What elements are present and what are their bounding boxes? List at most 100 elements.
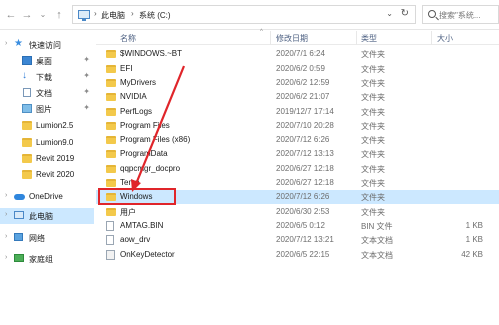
computer-icon [78, 10, 90, 21]
file-size: 1 KB [465, 235, 483, 245]
back-arrow-icon[interactable]: ← [4, 8, 18, 22]
forward-arrow-icon[interactable]: → [20, 8, 34, 22]
recent-locations-chevron-icon[interactable]: ⌄ [36, 8, 50, 22]
sidebar-item-revit2019[interactable]: Revit 2019 [0, 151, 94, 167]
folder-icon [106, 136, 116, 145]
table-row[interactable]: EFI 2020/6/2 0:59 文件夹 [96, 62, 499, 76]
table-row[interactable]: MyDrivers 2020/6/2 12:59 文件夹 [96, 76, 499, 90]
sidebar-item-documents[interactable]: 文档 ✦ [0, 85, 94, 101]
address-box[interactable]: › 此电脑 › 系统 (C:) ⌄ ↻ [72, 5, 416, 24]
sidebar-item-network[interactable]: › 网络 [0, 230, 94, 246]
sidebar-item-label: 下载 [36, 73, 52, 82]
column-header-size[interactable]: 大小 [437, 33, 453, 44]
folder-icon [106, 121, 116, 130]
table-row[interactable]: ProgramData 2020/7/12 13:13 文件夹 [96, 147, 499, 161]
table-row[interactable]: Program Files (x86) 2020/7/12 6:26 文件夹 [96, 133, 499, 147]
table-row[interactable]: AMTAG.BIN 2020/6/5 0:12 BIN 文件 1 KB [96, 219, 499, 233]
cloud-icon [14, 194, 25, 200]
file-type: 文件夹 [361, 64, 385, 74]
sidebar-item-this-pc[interactable]: › 此电脑 [0, 208, 94, 224]
application-icon [106, 249, 115, 260]
expand-chevron-icon[interactable]: › [5, 211, 7, 218]
sidebar-item-label: 家庭组 [29, 255, 53, 264]
file-date: 2020/7/1 6:24 [276, 49, 325, 59]
download-icon: ↓ [22, 70, 27, 81]
breadcrumb-separator: › [94, 9, 97, 18]
sidebar-item-pictures[interactable]: 图片 ✦ [0, 101, 94, 117]
file-type: 文件夹 [361, 207, 385, 217]
column-divider[interactable] [431, 31, 432, 45]
file-date: 2020/6/30 2:53 [276, 206, 330, 216]
breadcrumb-this-pc[interactable]: 此电脑 [101, 10, 125, 21]
expand-chevron-icon[interactable]: › [5, 40, 7, 47]
folder-icon [22, 138, 32, 147]
sidebar-item-lumion90[interactable]: Lumion9.0 [0, 135, 94, 151]
picture-icon [22, 104, 32, 113]
table-row[interactable]: $WINDOWS.~BT 2020/7/1 6:24 文件夹 [96, 47, 499, 61]
file-date: 2020/7/10 20:28 [276, 120, 334, 130]
file-type: 文本文档 [361, 250, 393, 260]
file-date: 2020/7/12 13:13 [276, 149, 334, 159]
table-row[interactable]: qqpcmgr_docpro 2020/6/27 12:18 文件夹 [96, 162, 499, 176]
column-header-type[interactable]: 类型 [361, 33, 377, 44]
table-row[interactable]: aow_drv 2020/7/12 13:21 文本文档 1 KB [96, 233, 499, 247]
table-row[interactable]: PerfLogs 2019/12/7 17:14 文件夹 [96, 105, 499, 119]
folder-icon [106, 150, 116, 159]
table-row[interactable]: Program Files 2020/7/10 20:28 文件夹 [96, 119, 499, 133]
address-dropdown-chevron-icon[interactable]: ⌄ [386, 9, 393, 18]
folder-icon [106, 207, 116, 216]
sidebar-item-label: Revit 2019 [36, 154, 75, 163]
sidebar-item-onedrive[interactable]: › OneDrive [0, 189, 94, 205]
column-divider[interactable] [270, 31, 271, 45]
folder-icon [106, 179, 116, 187]
column-divider[interactable] [356, 31, 357, 45]
folder-icon [106, 50, 116, 59]
sidebar-item-desktop[interactable]: 桌面 ✦ [0, 53, 94, 69]
file-date: 2020/6/2 0:59 [276, 63, 325, 73]
file-date: 2020/7/12 13:21 [276, 235, 334, 245]
sidebar-item-lumion25[interactable]: Lumion2.5 [0, 118, 94, 134]
expand-chevron-icon[interactable]: › [5, 233, 7, 240]
computer-icon [14, 211, 24, 219]
column-header-date[interactable]: 修改日期 [276, 33, 308, 44]
file-date: 2020/6/27 12:18 [276, 163, 334, 173]
folder-icon [106, 78, 116, 87]
table-row[interactable]: OnKeyDetector 2020/6/5 22:15 文本文档 42 KB [96, 248, 499, 262]
table-row[interactable]: 用户 2020/6/30 2:53 文件夹 [96, 205, 499, 219]
column-header-name[interactable]: 名称 [120, 33, 136, 44]
folder-icon [106, 164, 116, 173]
table-row[interactable]: NVIDIA 2020/6/2 21:07 文件夹 [96, 90, 499, 104]
sidebar-item-label: 快速访问 [29, 41, 61, 50]
folder-icon [22, 170, 32, 179]
sidebar-item-downloads[interactable]: ↓ 下载 ✦ [0, 69, 94, 85]
expand-chevron-icon[interactable]: › [5, 192, 7, 199]
file-name: NVIDIA [120, 92, 147, 102]
file-name: PerfLogs [120, 106, 153, 116]
search-input[interactable] [439, 9, 499, 21]
sidebar-item-revit2020[interactable]: Revit 2020 [0, 167, 94, 183]
breadcrumb-system-c[interactable]: 系统 (C:) [139, 10, 171, 21]
search-box[interactable] [422, 5, 499, 24]
network-icon [14, 233, 23, 241]
file-type: 文本文档 [361, 236, 393, 246]
file-name: Program Files (x86) [120, 135, 191, 145]
expand-chevron-icon[interactable]: › [5, 254, 7, 261]
desktop-icon [22, 56, 32, 65]
file-type: BIN 文件 [361, 221, 393, 231]
up-arrow-icon[interactable]: ↑ [52, 8, 66, 22]
file-name: qqpcmgr_docpro [120, 163, 181, 173]
pin-icon: ✦ [83, 87, 90, 96]
file-list-pane: ^ 名称 修改日期 类型 大小 $WINDOWS.~BT 2020/7/1 6:2… [96, 29, 499, 325]
file-name: Temp [120, 178, 140, 187]
file-date: 2020/6/5 0:12 [276, 220, 325, 230]
sidebar-item-homegroup[interactable]: › 家庭组 [0, 251, 94, 267]
sidebar-item-quick-access[interactable]: › ★ 快速访问 [0, 37, 94, 53]
file-type: 文件夹 [361, 179, 385, 188]
file-name: AMTAG.BIN [120, 220, 164, 230]
file-date: 2019/12/7 17:14 [276, 106, 334, 116]
file-type: 文件夹 [361, 136, 385, 146]
file-date: 2020/7/12 6:26 [276, 135, 330, 145]
folder-icon [22, 121, 32, 130]
sidebar-item-label: 此电脑 [29, 212, 53, 221]
refresh-icon[interactable]: ↻ [401, 8, 409, 19]
